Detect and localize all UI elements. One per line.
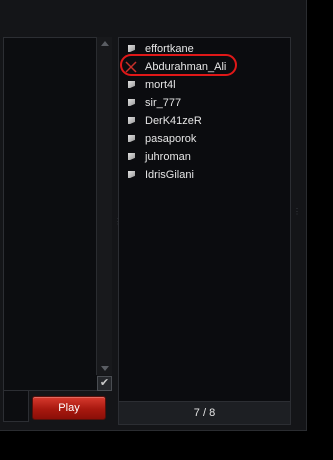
flag-icon: [128, 171, 135, 178]
play-button[interactable]: Play: [32, 396, 106, 420]
chat-input-strip[interactable]: [3, 391, 29, 422]
scroll-down-icon[interactable]: [101, 366, 109, 371]
player-list-panel: effortkane Abdurahman_Ali mort4l sir_777: [118, 37, 291, 425]
list-item[interactable]: sir_777: [119, 94, 290, 112]
player-name: Abdurahman_Ali: [145, 61, 227, 73]
kick-x-icon[interactable]: [125, 61, 137, 73]
list-item[interactable]: IdrisGilani: [119, 166, 290, 184]
list-item[interactable]: juhroman: [119, 148, 290, 166]
player-count: 7 / 8: [193, 407, 216, 419]
chat-panel: [3, 37, 97, 391]
list-item[interactable]: Abdurahman_Ali: [119, 58, 290, 76]
list-item[interactable]: effortkane: [119, 40, 290, 58]
flag-icon: [128, 81, 135, 88]
flag-icon: [128, 117, 135, 124]
player-name: juhroman: [145, 151, 191, 163]
player-name: mort4l: [145, 79, 176, 91]
lobby-window: ✔ Play ⋮ ⋮ effortkane Abdurahman_Ali: [0, 0, 307, 431]
flag-icon: [128, 135, 135, 142]
list-item[interactable]: pasaporok: [119, 130, 290, 148]
player-name: effortkane: [145, 43, 194, 55]
player-list: effortkane Abdurahman_Ali mort4l sir_777: [119, 40, 290, 184]
flag-icon: [128, 45, 135, 52]
list-item[interactable]: DerK41zeR: [119, 112, 290, 130]
chat-scrollbar[interactable]: [96, 37, 112, 375]
ready-checkbox[interactable]: ✔: [97, 376, 112, 391]
scroll-up-icon[interactable]: [101, 41, 109, 46]
player-name: DerK41zeR: [145, 115, 202, 127]
resize-grip-icon[interactable]: ⋮: [293, 208, 301, 224]
player-name: IdrisGilani: [145, 169, 194, 181]
player-name: pasaporok: [145, 133, 197, 145]
flag-icon: [128, 99, 135, 106]
flag-icon: [128, 153, 135, 160]
list-item[interactable]: mort4l: [119, 76, 290, 94]
player-name: sir_777: [145, 97, 182, 109]
player-list-footer: 7 / 8: [119, 401, 290, 424]
